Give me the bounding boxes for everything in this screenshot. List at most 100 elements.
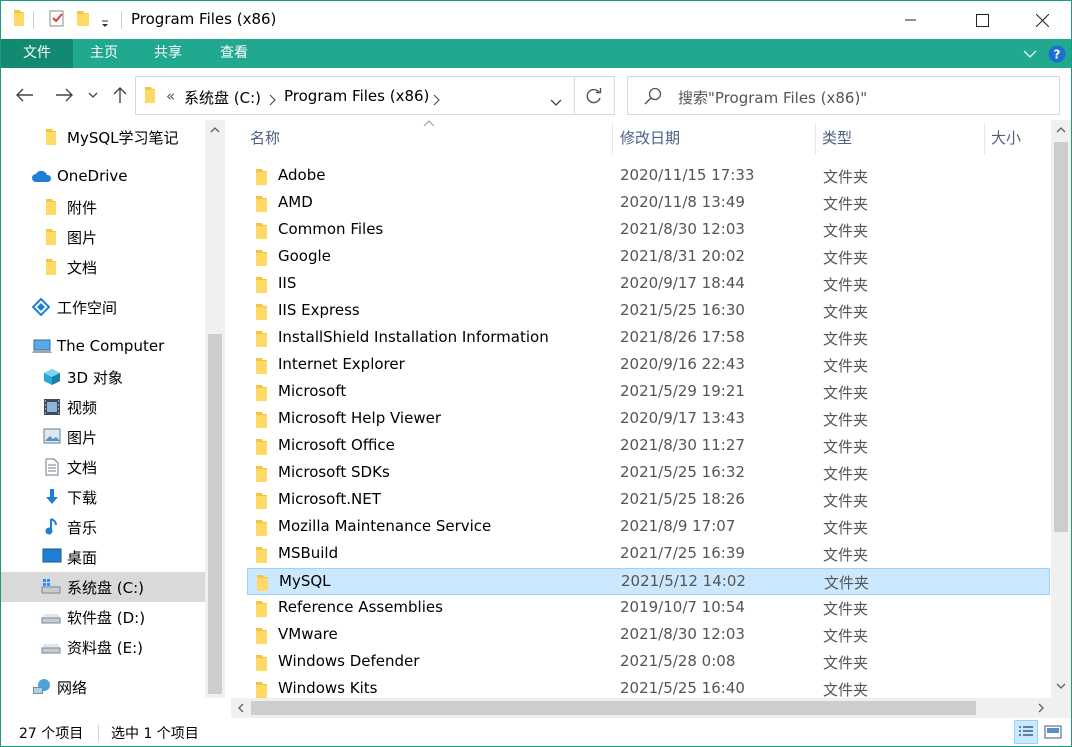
chevron-right-icon[interactable] — [432, 91, 440, 110]
search-input[interactable]: 搜索"Program Files (x86)" — [627, 76, 1060, 115]
file-modified-date: 2020/9/17 13:43 — [620, 409, 745, 427]
folder-icon — [255, 168, 268, 190]
nav-item-label: 文档 — [67, 459, 98, 477]
picture-icon — [43, 428, 61, 446]
tab-view[interactable]: 查看 — [201, 39, 267, 68]
nav-scrollbar[interactable] — [205, 120, 225, 698]
new-folder-icon[interactable] — [76, 9, 90, 31]
recent-locations-button[interactable] — [83, 83, 103, 107]
breadcrumb-segment-drive[interactable]: 系统盘 (C:) — [184, 87, 261, 108]
file-row[interactable]: Windows Kits 2021/5/25 16:40 文件夹 — [247, 676, 1050, 698]
nav-item-downloads[interactable]: 下载 — [1, 482, 205, 512]
nav-item-desktop[interactable]: 桌面 — [1, 542, 205, 572]
nav-item-onedrive[interactable]: OneDrive — [1, 162, 205, 192]
file-row[interactable]: Microsoft.NET 2021/5/25 18:26 文件夹 — [247, 487, 1050, 514]
file-row[interactable]: Microsoft Help Viewer 2020/9/17 13:43 文件夹 — [247, 406, 1050, 433]
status-bar: 27 个项目 选中 1 个项目 — [1, 718, 1071, 746]
file-row[interactable]: Reference Assemblies 2019/10/7 10:54 文件夹 — [247, 595, 1050, 622]
nav-item-system-drive[interactable]: 系统盘 (C:) — [1, 572, 205, 602]
column-header-name[interactable]: 名称 — [250, 120, 280, 156]
chevron-right-icon[interactable] — [268, 91, 276, 110]
nav-item-mysql-notes[interactable]: MySQL学习笔记 — [1, 122, 205, 152]
tab-file[interactable]: 文件 — [1, 39, 73, 68]
file-list-scrollbar-thumb[interactable] — [1054, 142, 1068, 532]
tab-share[interactable]: 共享 — [135, 39, 201, 68]
properties-icon[interactable] — [49, 9, 65, 31]
forward-button[interactable] — [51, 83, 77, 107]
expand-ribbon-button[interactable] — [1023, 39, 1037, 68]
file-name: InstallShield Installation Information — [278, 328, 549, 346]
nav-item-onedrive-documents[interactable]: 文档 — [1, 252, 205, 282]
file-row[interactable]: Common Files 2021/8/30 12:03 文件夹 — [247, 217, 1050, 244]
file-row[interactable]: Internet Explorer 2020/9/16 22:43 文件夹 — [247, 352, 1050, 379]
nav-item-software-drive[interactable]: 软件盘 (D:) — [1, 602, 205, 632]
file-row[interactable]: VMware 2021/8/30 12:03 文件夹 — [247, 622, 1050, 649]
up-button[interactable] — [107, 83, 133, 107]
file-row[interactable]: AMD 2020/11/8 13:49 文件夹 — [247, 190, 1050, 217]
folder-icon — [255, 492, 268, 514]
nav-item-3d-objects[interactable]: 3D 对象 — [1, 362, 205, 392]
file-row[interactable]: MSBuild 2021/7/25 16:39 文件夹 — [247, 541, 1050, 568]
file-row[interactable]: Google 2021/8/31 20:02 文件夹 — [247, 244, 1050, 271]
file-row[interactable]: IIS Express 2021/5/25 16:30 文件夹 — [247, 298, 1050, 325]
tab-home[interactable]: 主页 — [73, 39, 135, 68]
column-header-date[interactable]: 修改日期 — [620, 120, 680, 156]
file-list-scrollbar[interactable] — [1051, 120, 1071, 698]
file-row[interactable]: Adobe 2020/11/15 17:33 文件夹 — [247, 163, 1050, 190]
back-button[interactable] — [12, 83, 38, 107]
address-bar[interactable]: « 系统盘 (C:) Program Files (x86) — [135, 76, 575, 115]
file-type: 文件夹 — [823, 168, 869, 186]
help-button[interactable]: ? — [1048, 39, 1066, 68]
breadcrumb-segment-folder[interactable]: Program Files (x86) — [284, 87, 429, 105]
nav-item-attachments[interactable]: 附件 — [1, 192, 205, 222]
maximize-button[interactable] — [959, 1, 1005, 39]
refresh-button[interactable] — [574, 76, 615, 115]
nav-item-music[interactable]: 音乐 — [1, 512, 205, 542]
file-row[interactable]: IIS 2020/9/17 18:44 文件夹 — [247, 271, 1050, 298]
folder-icon — [255, 357, 268, 379]
file-row[interactable]: Windows Defender 2021/5/28 0:08 文件夹 — [247, 649, 1050, 676]
file-row[interactable]: Microsoft Office 2021/8/30 11:27 文件夹 — [247, 433, 1050, 460]
minimize-button[interactable] — [888, 1, 934, 39]
file-type: 文件夹 — [823, 276, 869, 294]
nav-item-network[interactable]: 网络 — [1, 672, 205, 698]
nav-item-label: The Computer — [57, 337, 165, 355]
file-modified-date: 2020/9/16 22:43 — [620, 355, 745, 373]
file-row[interactable]: Mozilla Maintenance Service 2021/8/9 17:0… — [247, 514, 1050, 541]
help-icon: ? — [1048, 45, 1066, 62]
nav-item-documents[interactable]: 文档 — [1, 452, 205, 482]
address-history-button[interactable] — [550, 92, 562, 111]
horizontal-scrollbar-thumb[interactable] — [251, 701, 976, 715]
file-name: Microsoft — [278, 382, 347, 400]
drive-icon — [41, 608, 61, 626]
file-row[interactable]: Microsoft 2021/5/29 19:21 文件夹 — [247, 379, 1050, 406]
details-view-button[interactable] — [1014, 720, 1038, 744]
refresh-icon — [586, 87, 602, 103]
column-header-type[interactable]: 类型 — [822, 120, 852, 156]
horizontal-scrollbar[interactable] — [231, 698, 1051, 718]
nav-scrollbar-thumb[interactable] — [208, 334, 222, 694]
close-button[interactable] — [1019, 1, 1065, 39]
nav-item-data-drive[interactable]: 资料盘 (E:) — [1, 632, 205, 662]
file-row[interactable]: Microsoft SDKs 2021/5/25 16:32 文件夹 — [247, 460, 1050, 487]
nav-item-workspace[interactable]: 工作空间 — [1, 292, 205, 322]
file-row[interactable]: MySQL 2021/5/12 14:02 文件夹 — [247, 568, 1050, 595]
nav-item-videos[interactable]: 视频 — [1, 392, 205, 422]
file-name: IIS Express — [278, 301, 360, 319]
svg-text:?: ? — [1054, 47, 1061, 61]
item-count: 27 个项目 — [19, 726, 84, 742]
large-icons-view-button[interactable] — [1041, 720, 1065, 744]
nav-item-label: 文档 — [67, 259, 98, 277]
file-row[interactable]: InstallShield Installation Information 20… — [247, 325, 1050, 352]
folder-icon — [255, 438, 268, 460]
column-header-size[interactable]: 大小 — [991, 120, 1021, 156]
file-name: Microsoft.NET — [278, 490, 381, 508]
file-modified-date: 2021/5/25 16:32 — [620, 463, 745, 481]
nav-item-onedrive-pictures[interactable]: 图片 — [1, 222, 205, 252]
nav-item-this-computer[interactable]: The Computer — [1, 332, 205, 362]
nav-item-pictures[interactable]: 图片 — [1, 422, 205, 452]
breadcrumb-overflow[interactable]: « — [166, 87, 175, 105]
nav-item-label: OneDrive — [57, 167, 128, 185]
file-name: Microsoft SDKs — [278, 463, 390, 481]
customize-toolbar-icon[interactable] — [100, 13, 110, 32]
